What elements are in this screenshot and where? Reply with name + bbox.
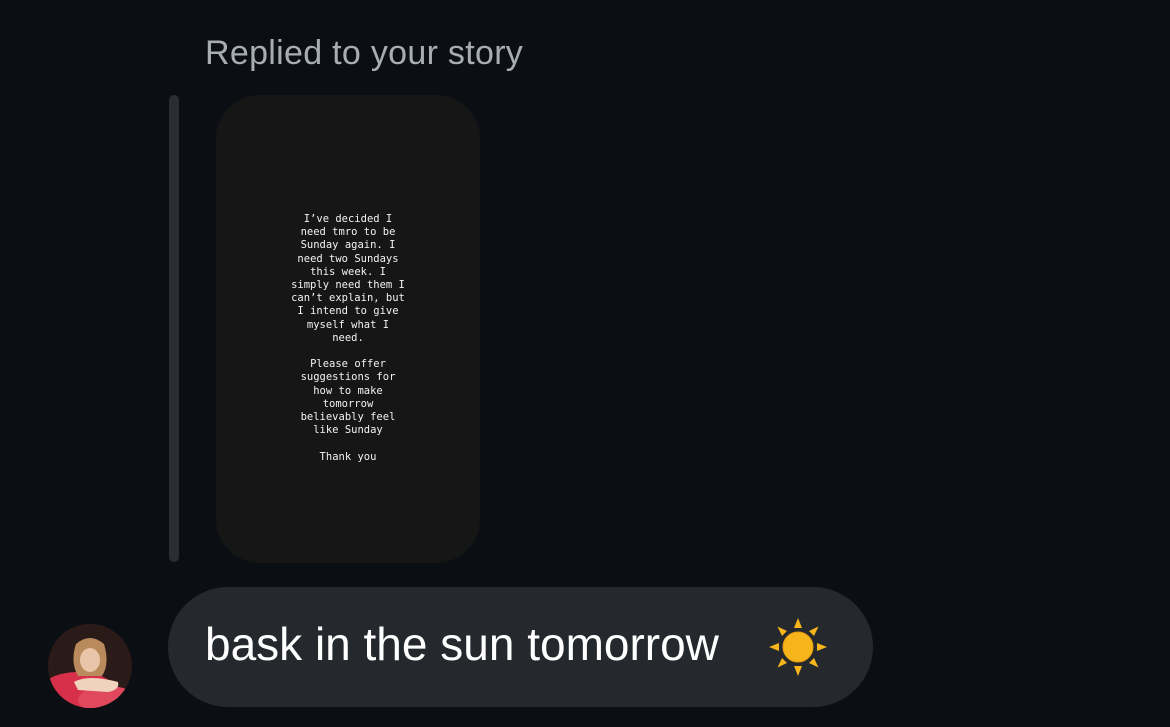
story-preview[interactable]: I’ve decided I need tmro to be Sunday ag… — [216, 95, 480, 563]
avatar[interactable] — [48, 624, 132, 708]
message-bubble[interactable]: bask in the sun tomorrow — [168, 587, 873, 707]
quote-bar — [169, 95, 179, 562]
message-text: bask in the sun tomorrow — [205, 618, 719, 670]
story-text: I’ve decided I need tmro to be Sunday ag… — [291, 213, 405, 463]
chat-screen: Replied to your story I’ve decided I nee… — [0, 0, 1170, 727]
replied-to-story-label: Replied to your story — [205, 34, 524, 72]
sun-emoji-icon — [768, 617, 828, 677]
